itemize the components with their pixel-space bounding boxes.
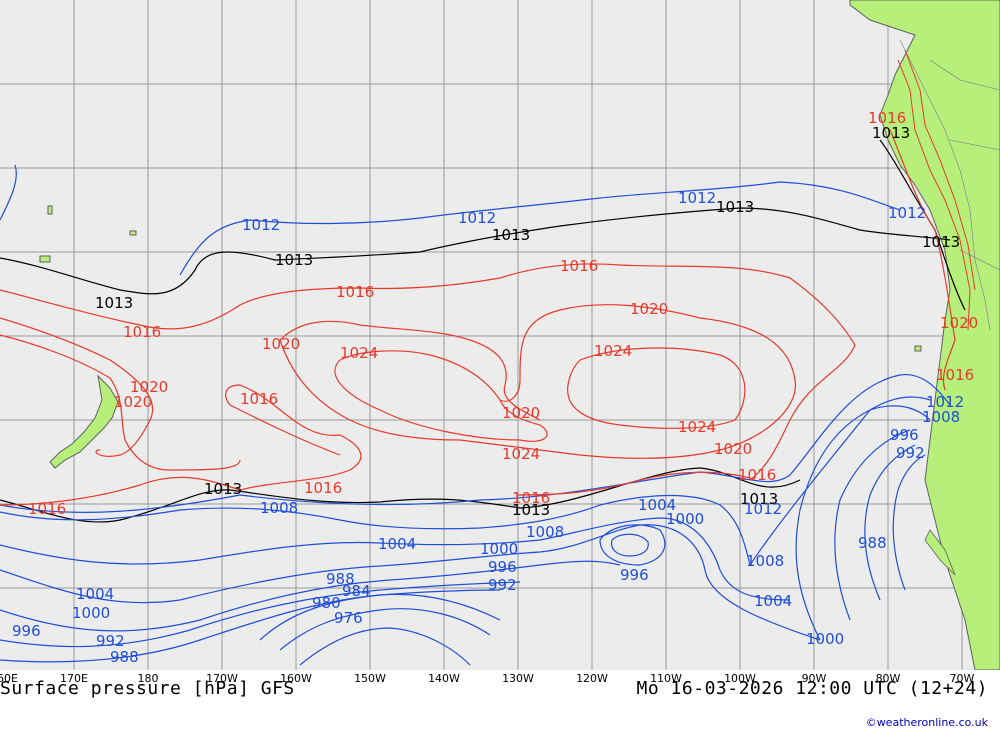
pressure-map: 1012 1012 1012 1012 1013 1013 1013 1013 … <box>0 0 1000 671</box>
isobar-label: 1004 <box>754 592 792 610</box>
isobar-label: 1012 <box>888 204 926 222</box>
longitude-label: 150W <box>354 672 386 685</box>
isobar-label: 1024 <box>502 445 540 463</box>
south-america-land <box>849 0 1000 671</box>
isobar-label: 1016 <box>336 283 374 301</box>
isobar-label: 1004 <box>378 535 416 553</box>
isobar-label: 996 <box>620 566 649 584</box>
new-zealand-land <box>49 374 119 469</box>
isobar-label: 1013 <box>275 251 313 269</box>
isobar-label: 1013 <box>95 294 133 312</box>
isobar-label: 1013 <box>922 233 960 251</box>
credit-link[interactable]: ©weatheronline.co.uk <box>866 716 988 729</box>
map-canvas: 1012 1012 1012 1012 1013 1013 1013 1013 … <box>0 0 1000 671</box>
isobar-label: 984 <box>342 582 371 600</box>
isobar-label: 1008 <box>260 499 298 517</box>
isobar-label: 1012 <box>744 500 782 518</box>
isobar-label: 1012 <box>678 189 716 207</box>
isobar-label: 1000 <box>666 510 704 528</box>
isobar-label: 1016 <box>240 390 278 408</box>
isobar-label: 1016 <box>123 323 161 341</box>
isobar-label: 996 <box>12 622 41 640</box>
isobar-label: 1016 <box>868 109 906 127</box>
isobar-label: 1013 <box>716 198 754 216</box>
map-title: Surface pressure [hPa] GFS <box>0 678 295 699</box>
forecast-datetime: Mo 16-03-2026 12:00 UTC (12+24) <box>636 678 988 699</box>
isobar-label: 1024 <box>594 342 632 360</box>
isobar-label: 1000 <box>480 540 518 558</box>
isobar-label: 1016 <box>512 489 550 507</box>
isobar-label: 1020 <box>114 393 152 411</box>
isobar-label: 1016 <box>936 366 974 384</box>
isobar-label: 1016 <box>738 466 776 484</box>
map-footer: 160E 170E 180 170W 160W 150W 140W 130W 1… <box>0 670 1000 733</box>
isobar-label: 1012 <box>926 393 964 411</box>
isobar-label: 988 <box>110 648 139 666</box>
isobar-label: 1020 <box>940 314 978 332</box>
isobar-label: 1004 <box>76 585 114 603</box>
longitude-label: 120W <box>576 672 608 685</box>
isobar-label: 1024 <box>678 418 716 436</box>
isobar-label: 1012 <box>458 209 496 227</box>
isobar-label: 996 <box>488 558 517 576</box>
isobar-label: 988 <box>858 534 887 552</box>
isobar-label: 1008 <box>526 523 564 541</box>
isobar-label: 1008 <box>746 552 784 570</box>
isobar-label: 1000 <box>806 630 844 648</box>
isobar-label: 1020 <box>714 440 752 458</box>
isobar-label: 976 <box>334 609 363 627</box>
isobar-label: 1016 <box>304 479 342 497</box>
isobar-label: 996 <box>890 426 919 444</box>
isobar-label: 1013 <box>204 480 242 498</box>
isobar-label: 1013 <box>492 226 530 244</box>
isobar-label: 992 <box>896 444 925 462</box>
isobar-label: 1024 <box>340 344 378 362</box>
isobar-label: 1000 <box>72 604 110 622</box>
isobar-label: 1020 <box>502 404 540 422</box>
isobar-labels: 1012 1012 1012 1012 1013 1013 1013 1013 … <box>12 109 978 666</box>
longitude-label: 140W <box>428 672 460 685</box>
isobar-label: 1020 <box>630 300 668 318</box>
isobar-label: 1016 <box>28 500 66 518</box>
isobar-label: 1016 <box>560 257 598 275</box>
isobar-label: 1020 <box>262 335 300 353</box>
longitude-label: 130W <box>502 672 534 685</box>
isobar-label: 1012 <box>242 216 280 234</box>
isobar-label: 992 <box>488 576 517 594</box>
